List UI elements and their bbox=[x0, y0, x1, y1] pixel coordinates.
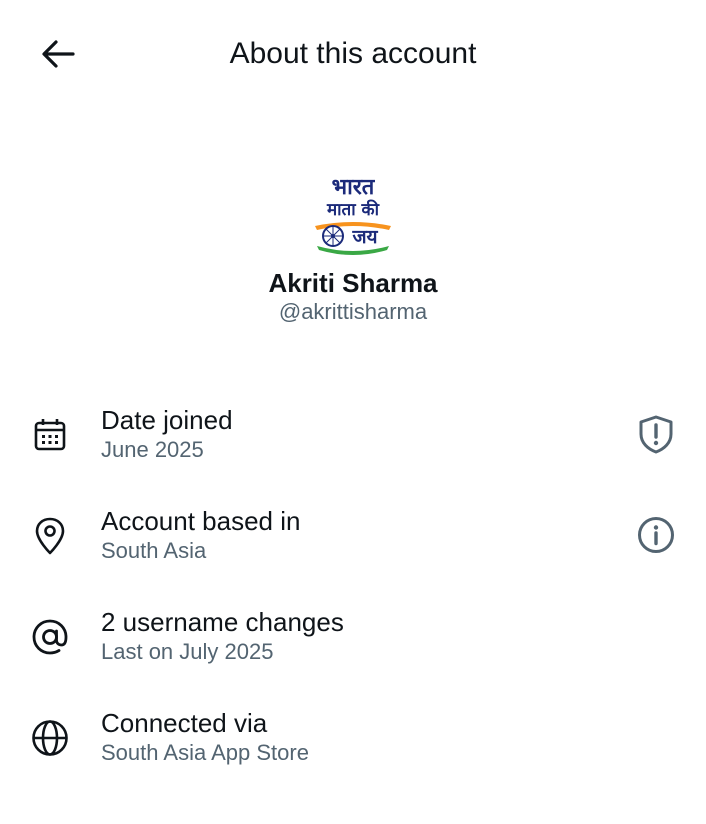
user-handle: @akrittisharma bbox=[278, 299, 428, 324]
info-button[interactable] bbox=[634, 513, 678, 557]
calendar-icon bbox=[28, 413, 72, 457]
avatar-text-line1: भारत bbox=[332, 175, 376, 200]
info-icon bbox=[638, 517, 674, 553]
row-subtitle: June 2025 bbox=[101, 437, 204, 462]
avatar-text-line2: माता की bbox=[326, 199, 380, 220]
avatar[interactable]: भारत माता की जय bbox=[303, 166, 403, 266]
profile-section: भारत माता की जय Akriti Sharma @akrittish… bbox=[0, 166, 706, 326]
connected-via-row: Connected via South Asia App Store bbox=[0, 687, 706, 788]
shield-alert-icon bbox=[639, 415, 673, 454]
row-subtitle: South Asia App Store bbox=[101, 740, 309, 765]
location-pin-icon bbox=[28, 514, 72, 558]
row-subtitle: Last on July 2025 bbox=[101, 639, 274, 664]
date-joined-row: Date joined June 2025 bbox=[0, 384, 706, 485]
account-based-in-text: Account based in South Asia bbox=[101, 505, 300, 565]
row-title: 2 username changes bbox=[101, 607, 344, 637]
date-joined-text: Date joined June 2025 bbox=[101, 404, 233, 464]
shield-alert-button[interactable] bbox=[634, 412, 678, 456]
account-based-in-row: Account based in South Asia bbox=[0, 485, 706, 586]
row-subtitle: South Asia bbox=[101, 538, 207, 563]
row-title: Connected via bbox=[101, 708, 268, 738]
globe-icon bbox=[28, 716, 72, 760]
row-title: Date joined bbox=[101, 405, 233, 435]
account-info-list: Date joined June 2025 Account based in S… bbox=[0, 384, 706, 788]
at-sign-icon bbox=[28, 615, 72, 659]
row-title: Account based in bbox=[101, 506, 301, 536]
avatar-text-line3: जय bbox=[351, 226, 378, 248]
app-header: About this account bbox=[0, 0, 706, 108]
username-changes-row: 2 username changes Last on July 2025 bbox=[0, 586, 706, 687]
page-title: About this account bbox=[229, 37, 477, 70]
connected-via-text: Connected via South Asia App Store bbox=[101, 707, 309, 767]
display-name: Akriti Sharma bbox=[268, 268, 438, 298]
username-changes-text: 2 username changes Last on July 2025 bbox=[101, 606, 344, 666]
